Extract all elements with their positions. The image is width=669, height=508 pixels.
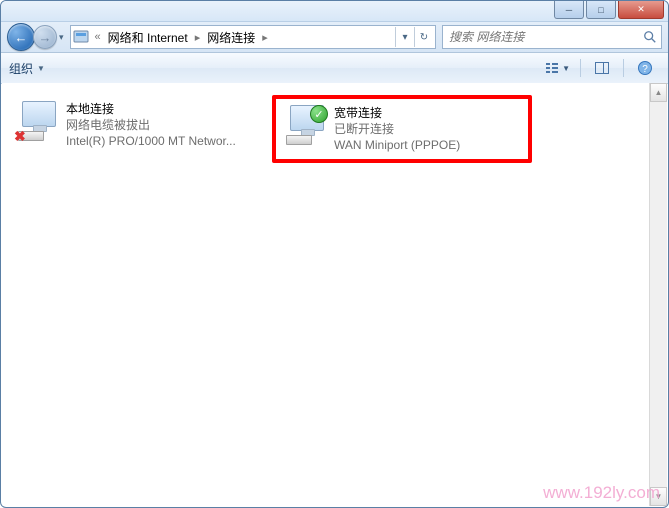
refresh-button[interactable]: ↻ (414, 27, 433, 47)
minimize-icon: ─ (566, 5, 572, 15)
connection-text: 宽带连接 已断开连接 WAN Miniport (PPPOE) (334, 105, 460, 153)
close-icon: ✕ (637, 4, 645, 15)
content-area[interactable]: ✖ 本地连接 网络电缆被拔出 Intel(R) PRO/1000 MT Netw… (2, 83, 650, 506)
breadcrumb-segment[interactable]: 网络连接 (206, 29, 256, 46)
scroll-track[interactable] (650, 102, 667, 487)
help-icon: ? (637, 60, 653, 76)
error-overlay-icon: ✖ (14, 129, 28, 143)
chevron-down-icon: ▼ (655, 492, 663, 501)
monitor-icon (22, 101, 56, 127)
forward-arrow-icon: → (39, 30, 52, 45)
connection-icon: ✓ (284, 105, 328, 145)
connection-status: 已断开连接 (334, 121, 460, 137)
modem-icon (286, 135, 312, 145)
close-button[interactable]: ✕ (618, 1, 664, 19)
minimize-button[interactable]: ─ (554, 1, 584, 19)
preview-pane-button[interactable] (587, 56, 617, 80)
help-button[interactable]: ? (630, 56, 660, 80)
back-button[interactable]: ← (7, 23, 35, 51)
search-box[interactable] (442, 25, 662, 49)
view-icon (544, 60, 560, 76)
refresh-icon: ↻ (420, 32, 428, 43)
nav-buttons: ← → ▾ (7, 23, 64, 51)
address-dropdown-button[interactable]: ▾ (395, 27, 414, 47)
chevron-up-icon: ▲ (655, 88, 663, 97)
scroll-down-button[interactable]: ▼ (650, 487, 667, 506)
back-arrow-icon: ← (15, 30, 28, 45)
connection-text: 本地连接 网络电缆被拔出 Intel(R) PRO/1000 MT Networ… (66, 101, 236, 149)
toolbar-right: ▼ ? (540, 56, 660, 80)
connection-device: Intel(R) PRO/1000 MT Networ... (66, 133, 236, 149)
breadcrumb-sep-icon[interactable]: ▸ (260, 31, 270, 44)
connection-icon: ✖ (16, 101, 60, 141)
search-icon[interactable] (643, 30, 657, 44)
scroll-up-button[interactable]: ▲ (650, 83, 667, 102)
ok-overlay-icon: ✓ (310, 105, 328, 123)
address-tail: ▾ ↻ (395, 27, 433, 47)
preview-pane-icon (594, 60, 610, 76)
connection-name: 本地连接 (66, 101, 236, 117)
connection-item[interactable]: ✖ 本地连接 网络电缆被拔出 Intel(R) PRO/1000 MT Netw… (8, 95, 268, 163)
connection-status: 网络电缆被拔出 (66, 117, 236, 133)
connection-item-highlighted[interactable]: ✓ 宽带连接 已断开连接 WAN Miniport (PPPOE) (272, 95, 532, 163)
maximize-button[interactable]: □ (586, 1, 616, 19)
connection-device: WAN Miniport (PPPOE) (334, 137, 460, 153)
toolbar-separator (580, 59, 581, 77)
chevron-down-icon: ▾ (402, 32, 407, 43)
maximize-icon: □ (598, 5, 603, 15)
breadcrumb-segment[interactable]: 网络和 Internet (107, 29, 189, 46)
address-bar: ← → ▾ « 网络和 Internet ▸ 网络连接 ▸ ▾ (1, 22, 668, 53)
chevron-down-icon: ▼ (562, 64, 570, 73)
history-dropdown-icon[interactable]: ▾ (59, 32, 64, 43)
svg-text:?: ? (642, 64, 648, 75)
forward-button[interactable]: → (33, 25, 57, 49)
title-bar: ─ □ ✕ (1, 1, 668, 22)
explorer-window: ─ □ ✕ ← → ▾ « 网络和 Int (0, 0, 669, 508)
control-panel-icon (73, 29, 89, 45)
breadcrumb-sep-icon[interactable]: ▸ (193, 31, 203, 44)
chevron-down-icon: ▼ (37, 64, 45, 73)
toolbar: 组织 ▼ ▼ (1, 53, 668, 84)
toolbar-separator (623, 59, 624, 77)
search-input[interactable] (447, 29, 639, 45)
breadcrumb-sep: « (93, 31, 103, 43)
vertical-scrollbar[interactable]: ▲ ▼ (649, 83, 667, 506)
organize-label: 组织 (9, 60, 33, 77)
breadcrumb[interactable]: « 网络和 Internet ▸ 网络连接 ▸ ▾ ↻ (70, 25, 436, 49)
view-button[interactable]: ▼ (540, 56, 574, 80)
organize-button[interactable]: 组织 ▼ (9, 60, 45, 77)
connection-name: 宽带连接 (334, 105, 460, 121)
